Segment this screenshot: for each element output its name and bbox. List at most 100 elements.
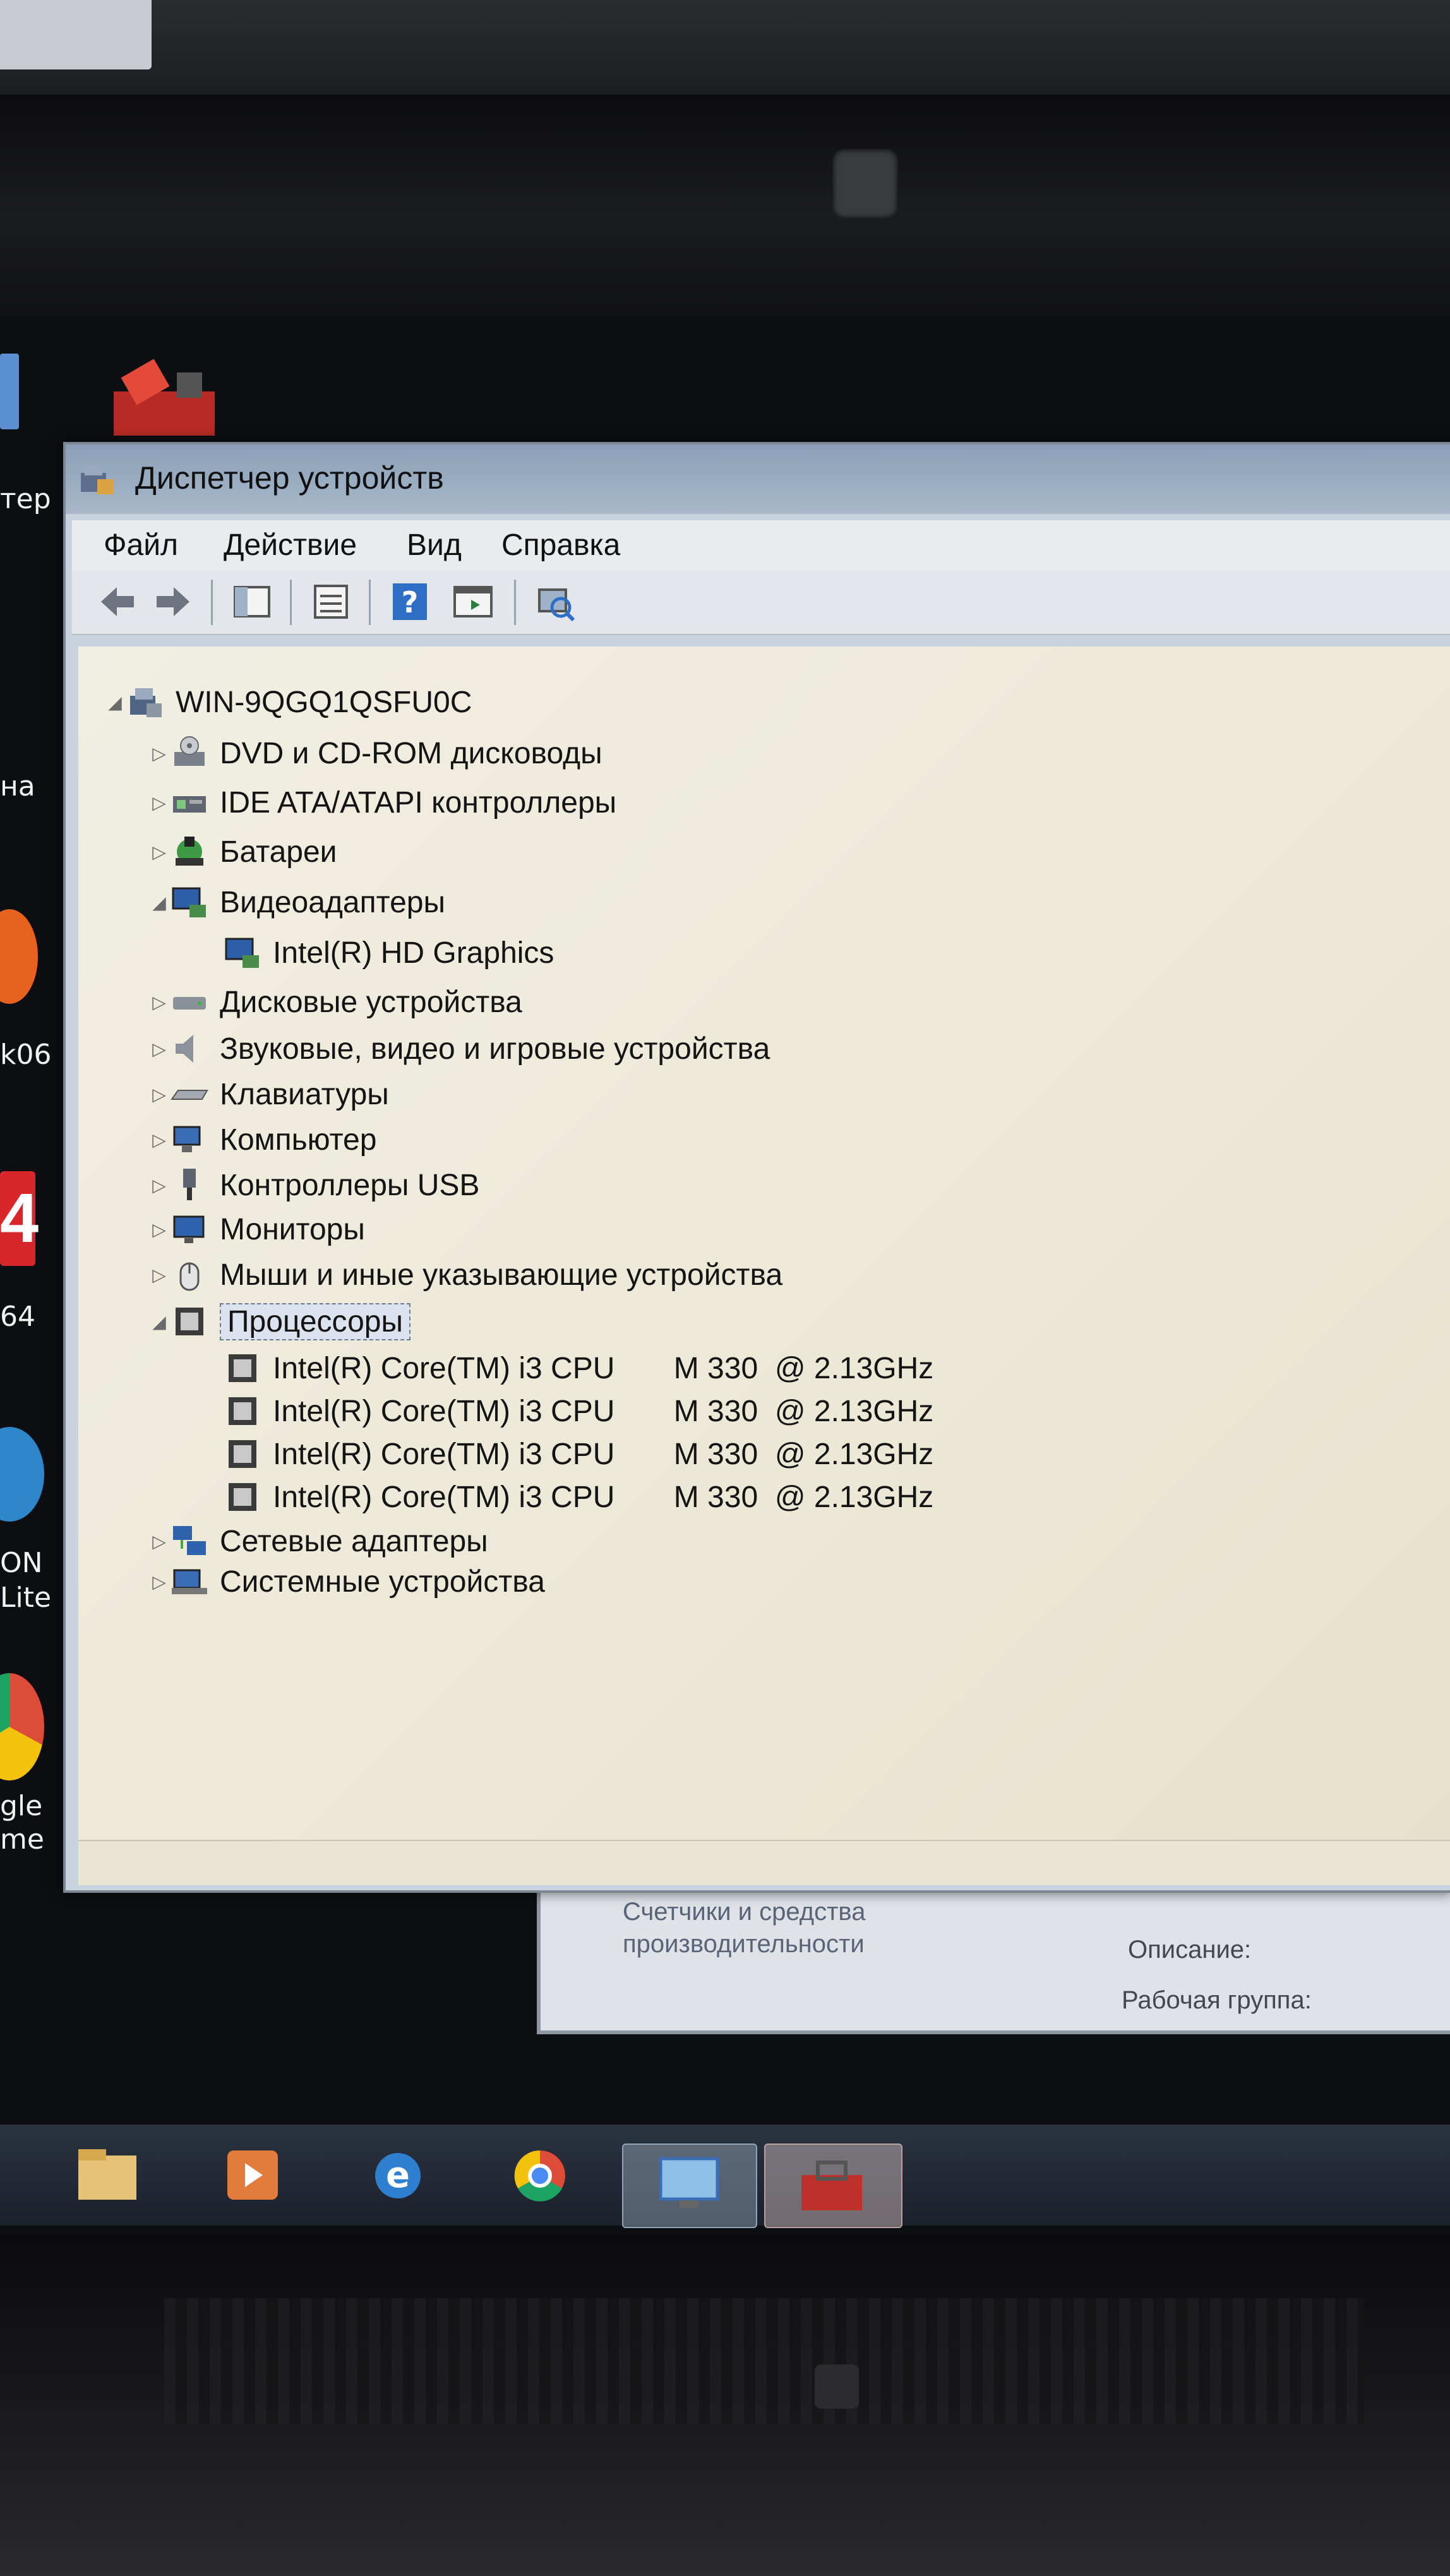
menu-action[interactable]: Действие — [224, 528, 357, 563]
processor-icon — [229, 1440, 256, 1468]
expand-arrow-icon[interactable]: ▷ — [148, 791, 171, 814]
action-pane-icon[interactable] — [451, 580, 495, 624]
usb-icon — [183, 1169, 196, 1200]
tree-item-label: Звуковые, видео и игровые устройства — [220, 1032, 770, 1066]
tree-child-label: Intel(R) Core(TM) i3 CPU M 330 @ 2.13GHz — [273, 1394, 934, 1428]
expand-arrow-icon[interactable]: ▷ — [148, 991, 171, 1013]
expand-arrow-icon[interactable]: ▷ — [148, 1128, 171, 1151]
tree-item[interactable]: ▷ Звуковые, видео и игровые устройства — [148, 1028, 770, 1070]
media-player-icon[interactable] — [215, 2140, 291, 2210]
display-adapter-icon — [225, 938, 259, 968]
performance-link[interactable]: Счетчики и средства производительности — [623, 1898, 865, 1959]
toolbox-icon[interactable] — [107, 354, 234, 442]
processor-icon — [229, 1354, 256, 1382]
chrome-icon[interactable] — [502, 2140, 578, 2210]
desktop-label: ON — [0, 1547, 43, 1579]
forward-arrow-icon[interactable] — [152, 580, 196, 624]
tree-item[interactable]: ◢ Процессоры — [148, 1301, 410, 1342]
tree-child-label: Intel(R) Core(TM) i3 CPU M 330 @ 2.13GHz — [273, 1437, 934, 1471]
desktop-label: Lite — [0, 1582, 52, 1614]
desktop-app-icon[interactable]: 4 — [0, 1171, 39, 1266]
toolbar-separator — [514, 580, 516, 625]
system-properties-window: Счетчики и средства производительности О… — [537, 1869, 1450, 2034]
tree-item-label: Мыши и иные указывающие устройства — [220, 1258, 783, 1292]
expand-arrow-icon[interactable]: ▷ — [148, 1037, 171, 1060]
keyboard-icon — [171, 1090, 208, 1100]
system-devices-icon — [172, 1569, 207, 1594]
expand-arrow-icon[interactable]: ▷ — [148, 1174, 171, 1196]
svg-text:?: ? — [402, 585, 419, 619]
toolbar-separator — [369, 580, 371, 625]
device-manager-icon — [81, 465, 114, 494]
battery-icon — [176, 837, 203, 866]
power-button-icon — [815, 2364, 859, 2409]
properties-icon[interactable] — [309, 580, 353, 624]
tree-item[interactable]: ▷ Компьютер — [148, 1119, 376, 1160]
collapse-arrow-icon[interactable]: ◢ — [148, 1310, 171, 1333]
window-title: Диспетчер устройств — [135, 460, 444, 496]
svg-text:e: e — [386, 2155, 410, 2196]
tree-item-label: Контроллеры USB — [220, 1168, 480, 1202]
tree-item[interactable]: ▷ Клавиатуры — [148, 1073, 389, 1115]
expand-arrow-icon[interactable]: ▷ — [148, 742, 171, 765]
expand-arrow-icon[interactable]: ▷ — [148, 840, 171, 863]
toolbar: ? — [72, 571, 1450, 635]
help-icon[interactable]: ? — [388, 580, 432, 624]
performance-link-line2: производительности — [623, 1930, 865, 1958]
system-properties-icon — [659, 2157, 719, 2208]
tree-item[interactable]: ▷ Мыши и иные указывающие устройства — [148, 1254, 782, 1296]
expand-arrow-icon[interactable]: ▷ — [148, 1570, 171, 1593]
desktop-label: gle — [0, 1790, 43, 1822]
device-manager-task-button[interactable] — [764, 2144, 902, 2228]
tree-item[interactable]: ▷ Дисковые устройства — [148, 981, 522, 1023]
tree-item-label-selected: Процессоры — [220, 1303, 410, 1340]
tree-child[interactable]: Intel(R) Core(TM) i3 CPU M 330 @ 2.13GHz — [224, 1433, 933, 1475]
desktop-label: 64 — [0, 1301, 35, 1333]
desktop-label: me — [0, 1823, 44, 1856]
system-properties-task-button[interactable] — [622, 2144, 757, 2228]
tree-child[interactable]: Intel(R) Core(TM) i3 CPU M 330 @ 2.13GHz — [224, 1390, 933, 1432]
tree-child[interactable]: Intel(R) Core(TM) i3 CPU M 330 @ 2.13GHz — [224, 1347, 933, 1389]
desktop-app-icon[interactable] — [0, 354, 19, 429]
show-hide-tree-icon[interactable] — [230, 580, 274, 624]
tree-item-label: DVD и CD-ROM дисководы — [220, 736, 602, 770]
tree-item-label: IDE ATA/ATAPI контроллеры — [220, 785, 617, 820]
tree-item[interactable]: ◢ Видеоадаптеры — [148, 881, 445, 923]
tree-root[interactable]: ◢ WIN-9QGQ1QSFU0C — [104, 681, 472, 723]
processor-icon — [229, 1483, 256, 1511]
collapse-arrow-icon[interactable]: ◢ — [104, 691, 126, 713]
collapse-arrow-icon[interactable]: ◢ — [148, 891, 171, 914]
disk-drive-icon — [173, 997, 206, 1010]
menu-view[interactable]: Вид — [407, 528, 462, 563]
tree-item[interactable]: ▷ Мониторы — [148, 1208, 365, 1250]
tree-item[interactable]: ▷ Батареи — [148, 831, 337, 873]
processor-icon — [176, 1308, 203, 1335]
tree-item-label: Системные устройства — [220, 1565, 545, 1599]
computer-root-icon — [130, 688, 162, 717]
tree-item[interactable]: ▷ Контроллеры USB — [148, 1164, 479, 1206]
explorer-icon[interactable] — [69, 2140, 145, 2210]
menu-file[interactable]: Файл — [104, 528, 178, 563]
tree-item[interactable]: ▷ IDE ATA/ATAPI контроллеры — [148, 782, 616, 823]
tree-item[interactable]: ▷ DVD и CD-ROM дисководы — [148, 732, 602, 774]
tree-child[interactable]: Intel(R) Core(TM) i3 CPU M 330 @ 2.13GHz — [224, 1476, 933, 1518]
display-adapter-icon — [172, 887, 206, 917]
dvd-drive-icon — [174, 736, 205, 766]
titlebar[interactable]: Диспетчер устройств — [66, 444, 1450, 514]
speaker-grille — [164, 2298, 1364, 2424]
device-manager-window: Диспетчер устройств Файл Действие Вид Сп… — [63, 442, 1450, 1893]
tree-child-label: Intel(R) HD Graphics — [273, 936, 554, 970]
back-arrow-icon[interactable] — [95, 580, 139, 624]
tree-item[interactable]: ▷ Системные устройства — [148, 1561, 545, 1602]
scan-hardware-icon[interactable] — [533, 580, 577, 624]
internet-explorer-icon[interactable]: e — [360, 2140, 436, 2210]
tree-item[interactable]: ▷ Сетевые адаптеры — [148, 1520, 488, 1562]
menu-help[interactable]: Справка — [501, 528, 620, 563]
root-label: WIN-9QGQ1QSFU0C — [176, 685, 472, 719]
expand-arrow-icon[interactable]: ▷ — [148, 1218, 171, 1241]
computer-icon — [173, 1126, 201, 1152]
tree-child[interactable]: Intel(R) HD Graphics — [224, 932, 554, 974]
expand-arrow-icon[interactable]: ▷ — [148, 1263, 171, 1286]
expand-arrow-icon[interactable]: ▷ — [148, 1530, 171, 1553]
expand-arrow-icon[interactable]: ▷ — [148, 1083, 171, 1106]
